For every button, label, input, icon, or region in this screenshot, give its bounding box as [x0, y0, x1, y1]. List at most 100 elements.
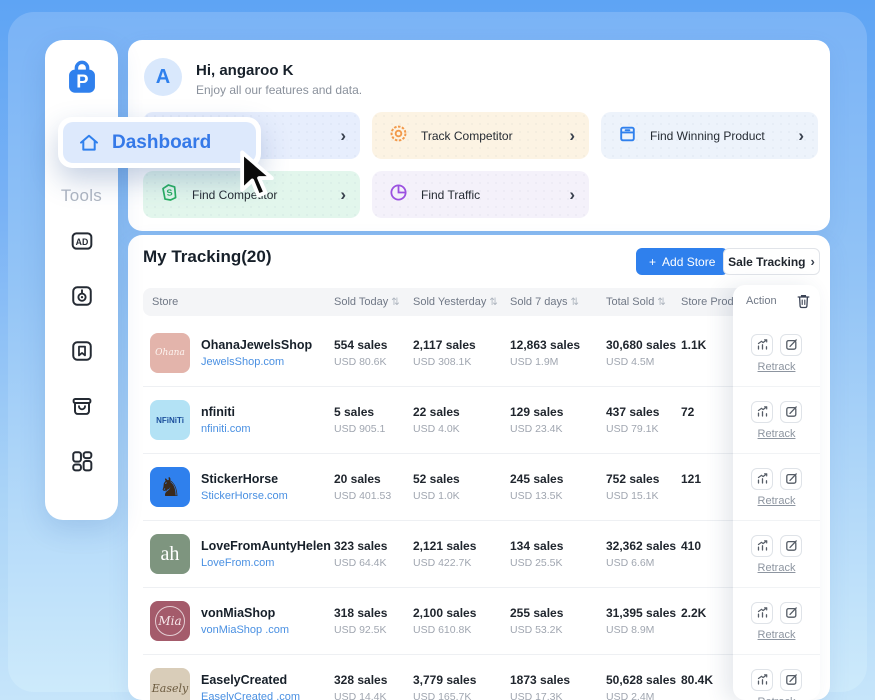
quick-card-track-competitor[interactable]: Track Competitor › — [372, 112, 589, 159]
sold-yesterday-value: 52 sales — [413, 472, 460, 486]
pie-chart-icon — [388, 182, 409, 208]
target-icon — [388, 123, 409, 149]
sold-7days-usd: USD 23.4K — [510, 423, 563, 435]
store-box-icon[interactable] — [66, 390, 98, 422]
analytics-button[interactable] — [751, 468, 773, 490]
svg-text:P: P — [76, 70, 88, 91]
sort-icon: ⇅ — [391, 297, 399, 308]
sold-7days-usd: USD 17.3K — [510, 691, 563, 700]
edit-button[interactable] — [780, 468, 802, 490]
table-row: NFiNiTi nfiniti nfiniti.com 5 sales USD … — [143, 387, 820, 454]
sold-today-usd: USD 80.6K — [334, 356, 387, 368]
sold-today-value: 5 sales — [334, 405, 374, 419]
store-products-value: 72 — [681, 405, 694, 419]
col-sold-yesterday[interactable]: Sold Yesterday⇅ — [413, 296, 498, 308]
total-sold-value: 30,680 sales — [606, 338, 676, 352]
sort-icon: ⇅ — [657, 297, 665, 308]
trash-icon[interactable] — [796, 293, 811, 314]
sold-yesterday-value: 2,117 sales — [413, 338, 476, 352]
total-sold-usd: USD 79.1K — [606, 423, 659, 435]
store-products-value: 80.4K — [681, 673, 713, 687]
sidebar-item-dashboard[interactable]: Dashboard — [63, 122, 256, 163]
retrack-link[interactable]: Retrack — [758, 361, 796, 373]
quick-card-find-winning-product[interactable]: Find Winning Product › — [601, 112, 818, 159]
store-domain-link[interactable]: vonMiaShop .com — [201, 624, 289, 636]
sale-tracking-button[interactable]: Sale Tracking › — [723, 248, 820, 275]
retrack-link[interactable]: Retrack — [758, 562, 796, 574]
total-sold-usd: USD 15.1K — [606, 490, 659, 502]
app-logo-icon[interactable]: P — [60, 56, 104, 100]
store-s-icon: S — [159, 182, 180, 208]
sold-7days-value: 134 sales — [510, 539, 563, 553]
edit-button[interactable] — [780, 535, 802, 557]
table-row: Easely EaselyCreated EaselyCreated .com … — [143, 655, 820, 700]
table-row: Mia vonMiaShop vonMiaShop .com 318 sales… — [143, 588, 820, 655]
my-tracking-card: My Tracking(20) + Add Store Sale Trackin… — [128, 235, 830, 700]
chevron-right-icon: › — [811, 255, 815, 268]
edit-button[interactable] — [780, 669, 802, 691]
analytics-button[interactable] — [751, 535, 773, 557]
table-row: ah LoveFromAuntyHelen LoveFrom.com 323 s… — [143, 521, 820, 588]
col-sold-today[interactable]: Sold Today⇅ — [334, 296, 400, 308]
col-sold-7days[interactable]: Sold 7 days⇅ — [510, 296, 579, 308]
bookmark-icon[interactable] — [66, 335, 98, 367]
sold-today-usd: USD 64.4K — [334, 557, 387, 569]
store-name: vonMiaShop — [201, 606, 275, 620]
ads-icon[interactable]: AD — [66, 225, 98, 257]
sold-yesterday-value: 22 sales — [413, 405, 460, 419]
store-name: LoveFromAuntyHelen — [201, 539, 331, 553]
quick-card-label: Track Competitor — [421, 129, 557, 143]
table-row: Ohana OhanaJewelsShop JewelsShop.com 554… — [143, 320, 820, 387]
apps-grid-icon[interactable] — [66, 445, 98, 477]
sold-7days-value: 129 sales — [510, 405, 563, 419]
home-icon — [77, 131, 101, 155]
analytics-button[interactable] — [751, 401, 773, 423]
store-products-value: 410 — [681, 539, 701, 553]
store-logo: ♞ — [150, 467, 190, 507]
dashboard-tooltip: Dashboard — [58, 117, 261, 168]
edit-button[interactable] — [780, 401, 802, 423]
add-store-button[interactable]: + Add Store — [636, 248, 728, 275]
store-domain-link[interactable]: StickerHorse.com — [201, 490, 288, 502]
retrack-link[interactable]: Retrack — [758, 428, 796, 440]
sold-7days-usd: USD 1.9M — [510, 356, 558, 368]
store-domain-link[interactable]: nfiniti.com — [201, 423, 251, 435]
avatar: A — [144, 58, 182, 96]
dashboard-label: Dashboard — [112, 132, 211, 154]
quick-grid-empty-cell — [601, 171, 818, 218]
sort-icon: ⇅ — [570, 297, 578, 308]
store-name: OhanaJewelsShop — [201, 338, 312, 352]
quick-card-find-traffic[interactable]: Find Traffic › — [372, 171, 589, 218]
retrack-link[interactable]: Retrack — [758, 495, 796, 507]
analytics-button[interactable] — [751, 334, 773, 356]
sold-yesterday-usd: USD 165.7K — [413, 691, 471, 700]
store-domain-link[interactable]: EaselyCreated .com — [201, 691, 300, 700]
col-total-sold[interactable]: Total Sold⇅ — [606, 296, 666, 308]
edit-button[interactable] — [780, 602, 802, 624]
total-sold-value: 31,395 sales — [606, 606, 676, 620]
action-row: Retrack — [733, 521, 820, 588]
store-products-value: 1.1K — [681, 338, 706, 352]
retrack-link[interactable]: Retrack — [758, 696, 796, 700]
col-action: Action — [746, 295, 777, 307]
chevron-right-icon: › — [569, 127, 575, 144]
sold-today-value: 328 sales — [334, 673, 387, 687]
store-domain-link[interactable]: LoveFrom.com — [201, 557, 274, 569]
col-store: Store — [152, 296, 178, 308]
action-row: Retrack — [733, 588, 820, 655]
sold-yesterday-value: 2,121 sales — [413, 539, 476, 553]
store-domain-link[interactable]: JewelsShop.com — [201, 356, 284, 368]
sold-7days-value: 255 sales — [510, 606, 563, 620]
chevron-right-icon: › — [798, 127, 804, 144]
action-rows: Retrack Retrack Retrack — [733, 320, 820, 700]
svg-text:S: S — [166, 187, 173, 198]
store-name: EaselyCreated — [201, 673, 287, 687]
store-logo: ah — [150, 534, 190, 574]
analytics-button[interactable] — [751, 602, 773, 624]
edit-button[interactable] — [780, 334, 802, 356]
sold-yesterday-value: 2,100 sales — [413, 606, 476, 620]
tracker-icon[interactable] — [66, 280, 98, 312]
product-box-icon — [617, 123, 638, 149]
retrack-link[interactable]: Retrack — [758, 629, 796, 641]
analytics-button[interactable] — [751, 669, 773, 691]
